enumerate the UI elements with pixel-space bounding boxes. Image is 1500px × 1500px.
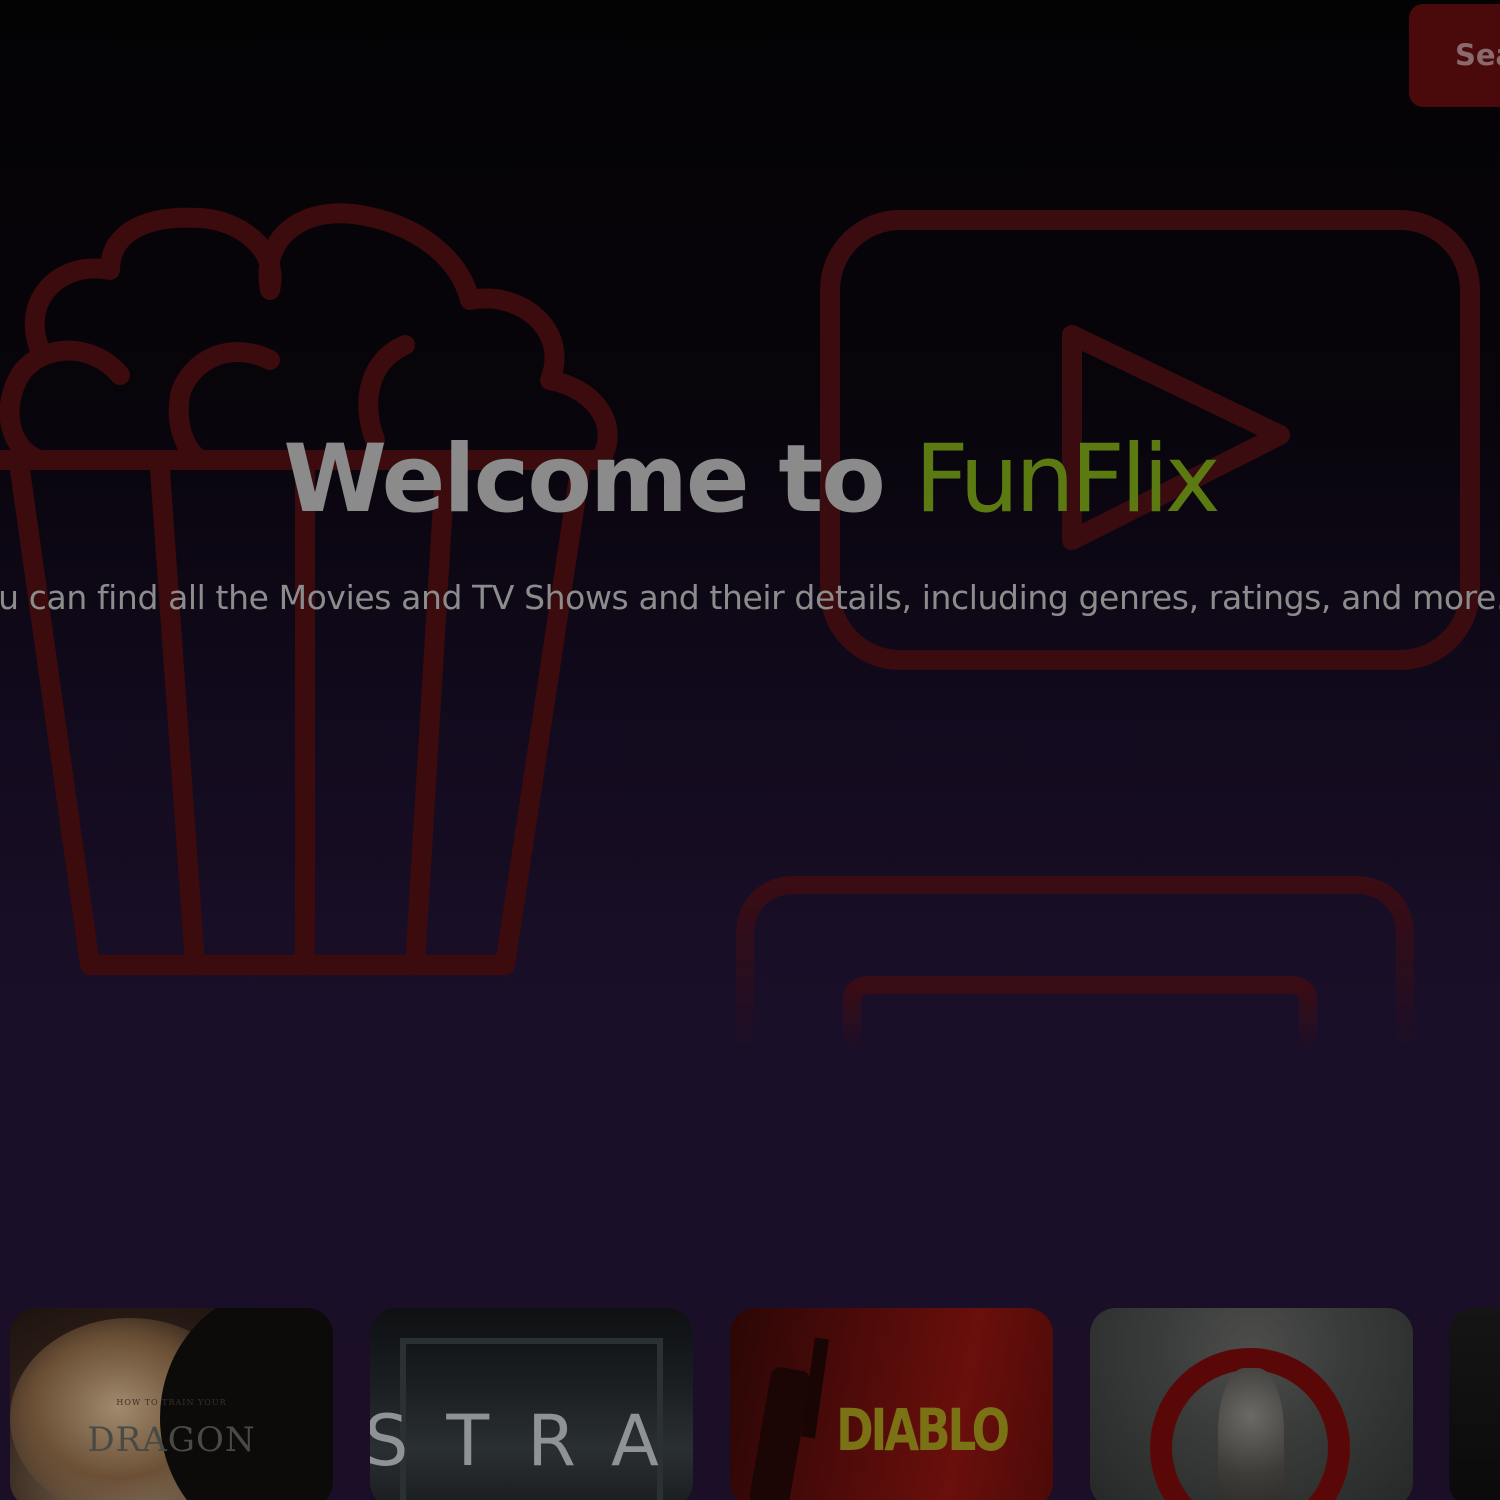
poster-card[interactable]: DIABLO [730,1308,1053,1500]
poster-card[interactable] [1090,1308,1413,1500]
page-background [0,0,1500,1500]
poster-card[interactable] [1449,1308,1500,1500]
hero-title-brand: FunFlix [914,425,1221,534]
poster-title: STRAW [370,1400,693,1482]
poster-tagline: HOW TO TRAIN YOUR [116,1398,227,1407]
hero-subtitle: You can find all the Movies and TV Shows… [0,578,1500,617]
poster-card[interactable]: STRAW [370,1308,693,1500]
poster-title: DIABLO [836,1396,1010,1464]
hero-title: Welcome to FunFlix [0,420,1500,540]
search-button[interactable]: Search [1409,4,1500,107]
hero-title-prefix: Welcome to [283,425,915,534]
poster-title: DRAGON [87,1420,256,1460]
poster-card[interactable]: HOW TO TRAIN YOUR DRAGON [10,1308,333,1500]
poster-art [1218,1368,1284,1500]
poster-row: HOW TO TRAIN YOUR DRAGON STRAW DIABLO [0,1308,1500,1500]
